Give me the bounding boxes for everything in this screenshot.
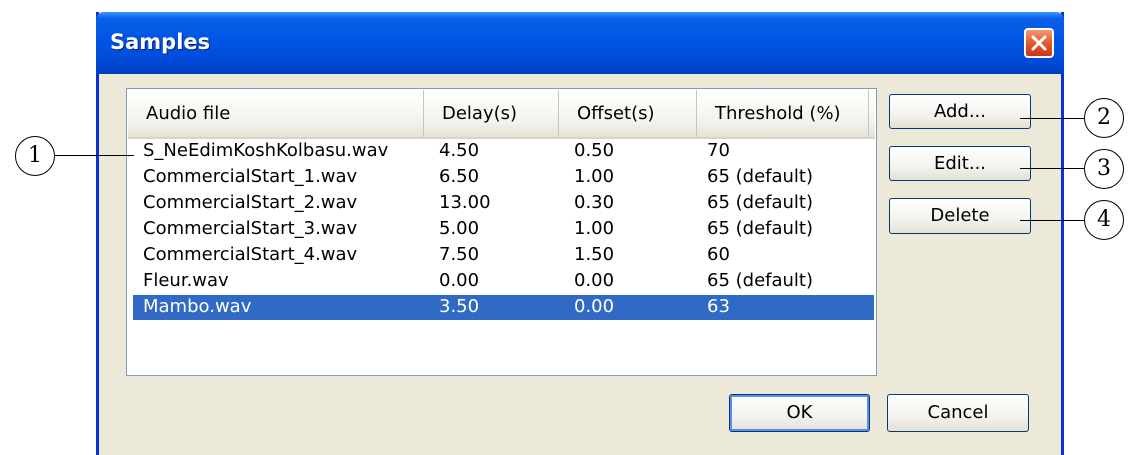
ok-button[interactable]: OK xyxy=(729,394,870,432)
cell-audio-file: CommercialStart_3.wav xyxy=(143,218,358,239)
cell-audio-file: CommercialStart_4.wav xyxy=(143,244,358,265)
cell-offset: 1.50 xyxy=(574,244,615,265)
window-title: Samples xyxy=(110,30,211,54)
callout-line-1 xyxy=(55,155,134,156)
cell-offset: 0.50 xyxy=(574,140,615,161)
cell-threshold: 65 (default) xyxy=(707,192,814,213)
cell-delay: 6.50 xyxy=(439,166,480,187)
callout-2: 2 xyxy=(1084,98,1124,138)
cell-offset: 1.00 xyxy=(574,218,615,239)
cell-delay: 13.00 xyxy=(439,192,491,213)
table-row[interactable]: Fleur.wav 0.00 0.00 65 (default) xyxy=(133,269,874,294)
column-header-offset[interactable]: Offset(s) xyxy=(559,90,697,137)
column-header-delay[interactable]: Delay(s) xyxy=(424,90,559,137)
table-row[interactable]: S_NeEdimKoshKolbasu.wav 4.50 0.50 70 xyxy=(133,139,874,164)
cell-offset: 0.00 xyxy=(574,296,615,317)
table-row[interactable]: Mambo.wav 3.50 0.00 63 xyxy=(133,295,874,320)
table-row[interactable]: CommercialStart_1.wav 6.50 1.00 65 (default… xyxy=(133,165,874,190)
cell-threshold: 65 (default) xyxy=(707,270,814,291)
add-button[interactable]: Add... xyxy=(889,94,1031,129)
cell-offset: 0.30 xyxy=(574,192,615,213)
delete-button[interactable]: Delete xyxy=(889,198,1031,234)
callout-4: 4 xyxy=(1084,200,1124,240)
callout-line-2 xyxy=(1020,118,1084,119)
close-icon xyxy=(1031,35,1047,51)
table-row[interactable]: CommercialStart_4.wav 7.50 1.50 60 xyxy=(133,243,874,268)
cell-offset: 0.00 xyxy=(574,270,615,291)
cell-threshold: 63 xyxy=(707,296,730,317)
callout-3: 3 xyxy=(1084,149,1124,189)
callout-line-4 xyxy=(1020,220,1084,221)
cell-delay: 5.00 xyxy=(439,218,480,239)
cell-threshold: 60 xyxy=(707,244,730,265)
cell-audio-file: Mambo.wav xyxy=(143,296,252,317)
list-header: Audio file Delay(s) Offset(s) Threshold … xyxy=(128,90,875,139)
samples-list[interactable]: Audio file Delay(s) Offset(s) Threshold … xyxy=(126,88,877,376)
title-bar: Samples xyxy=(96,12,1064,74)
cell-offset: 1.00 xyxy=(574,166,615,187)
cell-audio-file: CommercialStart_2.wav xyxy=(143,192,358,213)
cell-delay: 0.00 xyxy=(439,270,480,291)
cell-delay: 3.50 xyxy=(439,296,480,317)
column-header-threshold[interactable]: Threshold (%) xyxy=(697,90,869,137)
callout-1: 1 xyxy=(15,136,55,176)
edit-button[interactable]: Edit... xyxy=(889,146,1031,181)
cell-audio-file: Fleur.wav xyxy=(143,270,229,291)
callout-line-3 xyxy=(1020,168,1084,169)
cancel-button[interactable]: Cancel xyxy=(887,394,1029,432)
close-button[interactable] xyxy=(1024,28,1054,58)
table-row[interactable]: CommercialStart_2.wav 13.00 0.30 65 (defaul… xyxy=(133,191,874,216)
cell-threshold: 65 (default) xyxy=(707,218,814,239)
cell-audio-file: S_NeEdimKoshKolbasu.wav xyxy=(143,140,389,161)
table-row[interactable]: CommercialStart_3.wav 5.00 1.00 65 (default… xyxy=(133,217,874,242)
cell-threshold: 65 (default) xyxy=(707,166,814,187)
cell-delay: 4.50 xyxy=(439,140,480,161)
cell-delay: 7.50 xyxy=(439,244,480,265)
cell-audio-file: CommercialStart_1.wav xyxy=(143,166,358,187)
column-header-audio-file[interactable]: Audio file xyxy=(128,90,424,137)
cell-threshold: 70 xyxy=(707,140,730,161)
